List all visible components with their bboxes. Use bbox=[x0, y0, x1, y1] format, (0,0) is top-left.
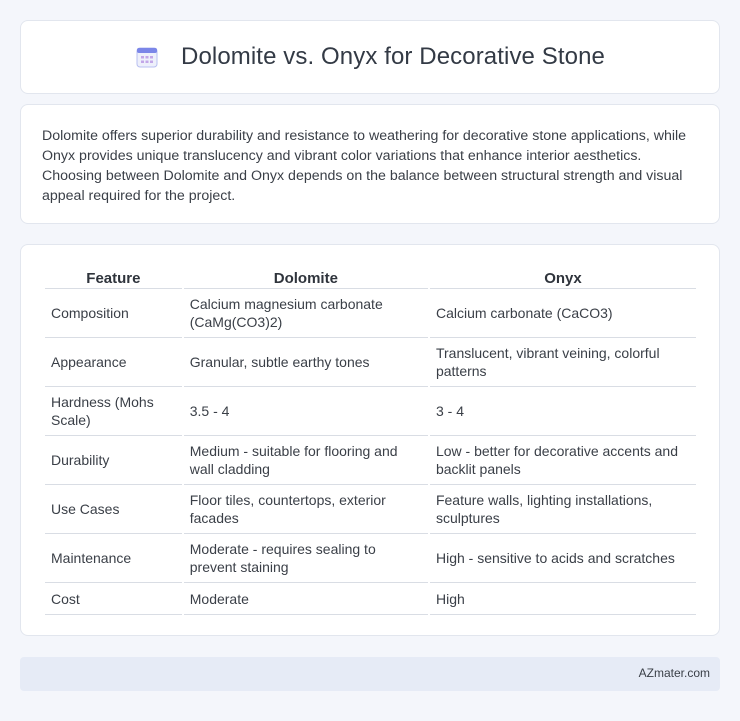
feature-cell: Use Cases bbox=[45, 485, 182, 534]
feature-cell: Composition bbox=[45, 289, 182, 338]
feature-cell: Hardness (Mohs Scale) bbox=[45, 387, 182, 436]
table-row: Use Cases Floor tiles, countertops, exte… bbox=[45, 485, 696, 534]
onyx-cell: 3 - 4 bbox=[429, 387, 696, 436]
comparison-card: Feature Dolomite Onyx Composition Calciu… bbox=[20, 244, 720, 636]
table-row: Appearance Granular, subtle earthy tones… bbox=[45, 338, 696, 387]
onyx-cell: Low - better for decorative accents and … bbox=[429, 436, 696, 485]
dolomite-cell: Moderate bbox=[183, 583, 428, 615]
table-row: Maintenance Moderate - requires sealing … bbox=[45, 534, 696, 583]
footer: AZmater.com bbox=[20, 657, 720, 691]
calendar-icon bbox=[135, 45, 159, 69]
summary-text: Dolomite offers superior durability and … bbox=[42, 128, 687, 204]
table-row: Cost Moderate High bbox=[45, 583, 696, 615]
table-header-row: Feature Dolomite Onyx bbox=[45, 267, 696, 289]
table-row: Durability Medium - suitable for floorin… bbox=[45, 436, 696, 485]
table-row: Hardness (Mohs Scale) 3.5 - 4 3 - 4 bbox=[45, 387, 696, 436]
feature-cell: Appearance bbox=[45, 338, 182, 387]
onyx-cell: High bbox=[429, 583, 696, 615]
comparison-table: Feature Dolomite Onyx Composition Calciu… bbox=[43, 267, 698, 615]
title-bar: Dolomite vs. Onyx for Decorative Stone bbox=[21, 21, 719, 93]
onyx-cell: Translucent, vibrant veining, colorful p… bbox=[429, 338, 696, 387]
column-header-feature: Feature bbox=[45, 267, 182, 289]
footer-site-link[interactable]: AZmater.com bbox=[639, 666, 710, 680]
dolomite-cell: Granular, subtle earthy tones bbox=[183, 338, 428, 387]
onyx-cell: Calcium carbonate (CaCO3) bbox=[429, 289, 696, 338]
dolomite-cell: 3.5 - 4 bbox=[183, 387, 428, 436]
column-header-dolomite: Dolomite bbox=[183, 267, 428, 289]
dolomite-cell: Medium - suitable for flooring and wall … bbox=[183, 436, 428, 485]
table-row: Composition Calcium magnesium carbonate … bbox=[45, 289, 696, 338]
onyx-cell: High - sensitive to acids and scratches bbox=[429, 534, 696, 583]
dolomite-cell: Floor tiles, countertops, exterior facad… bbox=[183, 485, 428, 534]
column-header-onyx: Onyx bbox=[429, 267, 696, 289]
dolomite-cell: Calcium magnesium carbonate (CaMg(CO3)2) bbox=[183, 289, 428, 338]
feature-cell: Cost bbox=[45, 583, 182, 615]
page-title: Dolomite vs. Onyx for Decorative Stone bbox=[181, 43, 605, 70]
summary-card: Dolomite offers superior durability and … bbox=[20, 104, 720, 224]
feature-cell: Maintenance bbox=[45, 534, 182, 583]
feature-cell: Durability bbox=[45, 436, 182, 485]
dolomite-cell: Moderate - requires sealing to prevent s… bbox=[183, 534, 428, 583]
onyx-cell: Feature walls, lighting installations, s… bbox=[429, 485, 696, 534]
title-card: Dolomite vs. Onyx for Decorative Stone bbox=[20, 20, 720, 94]
